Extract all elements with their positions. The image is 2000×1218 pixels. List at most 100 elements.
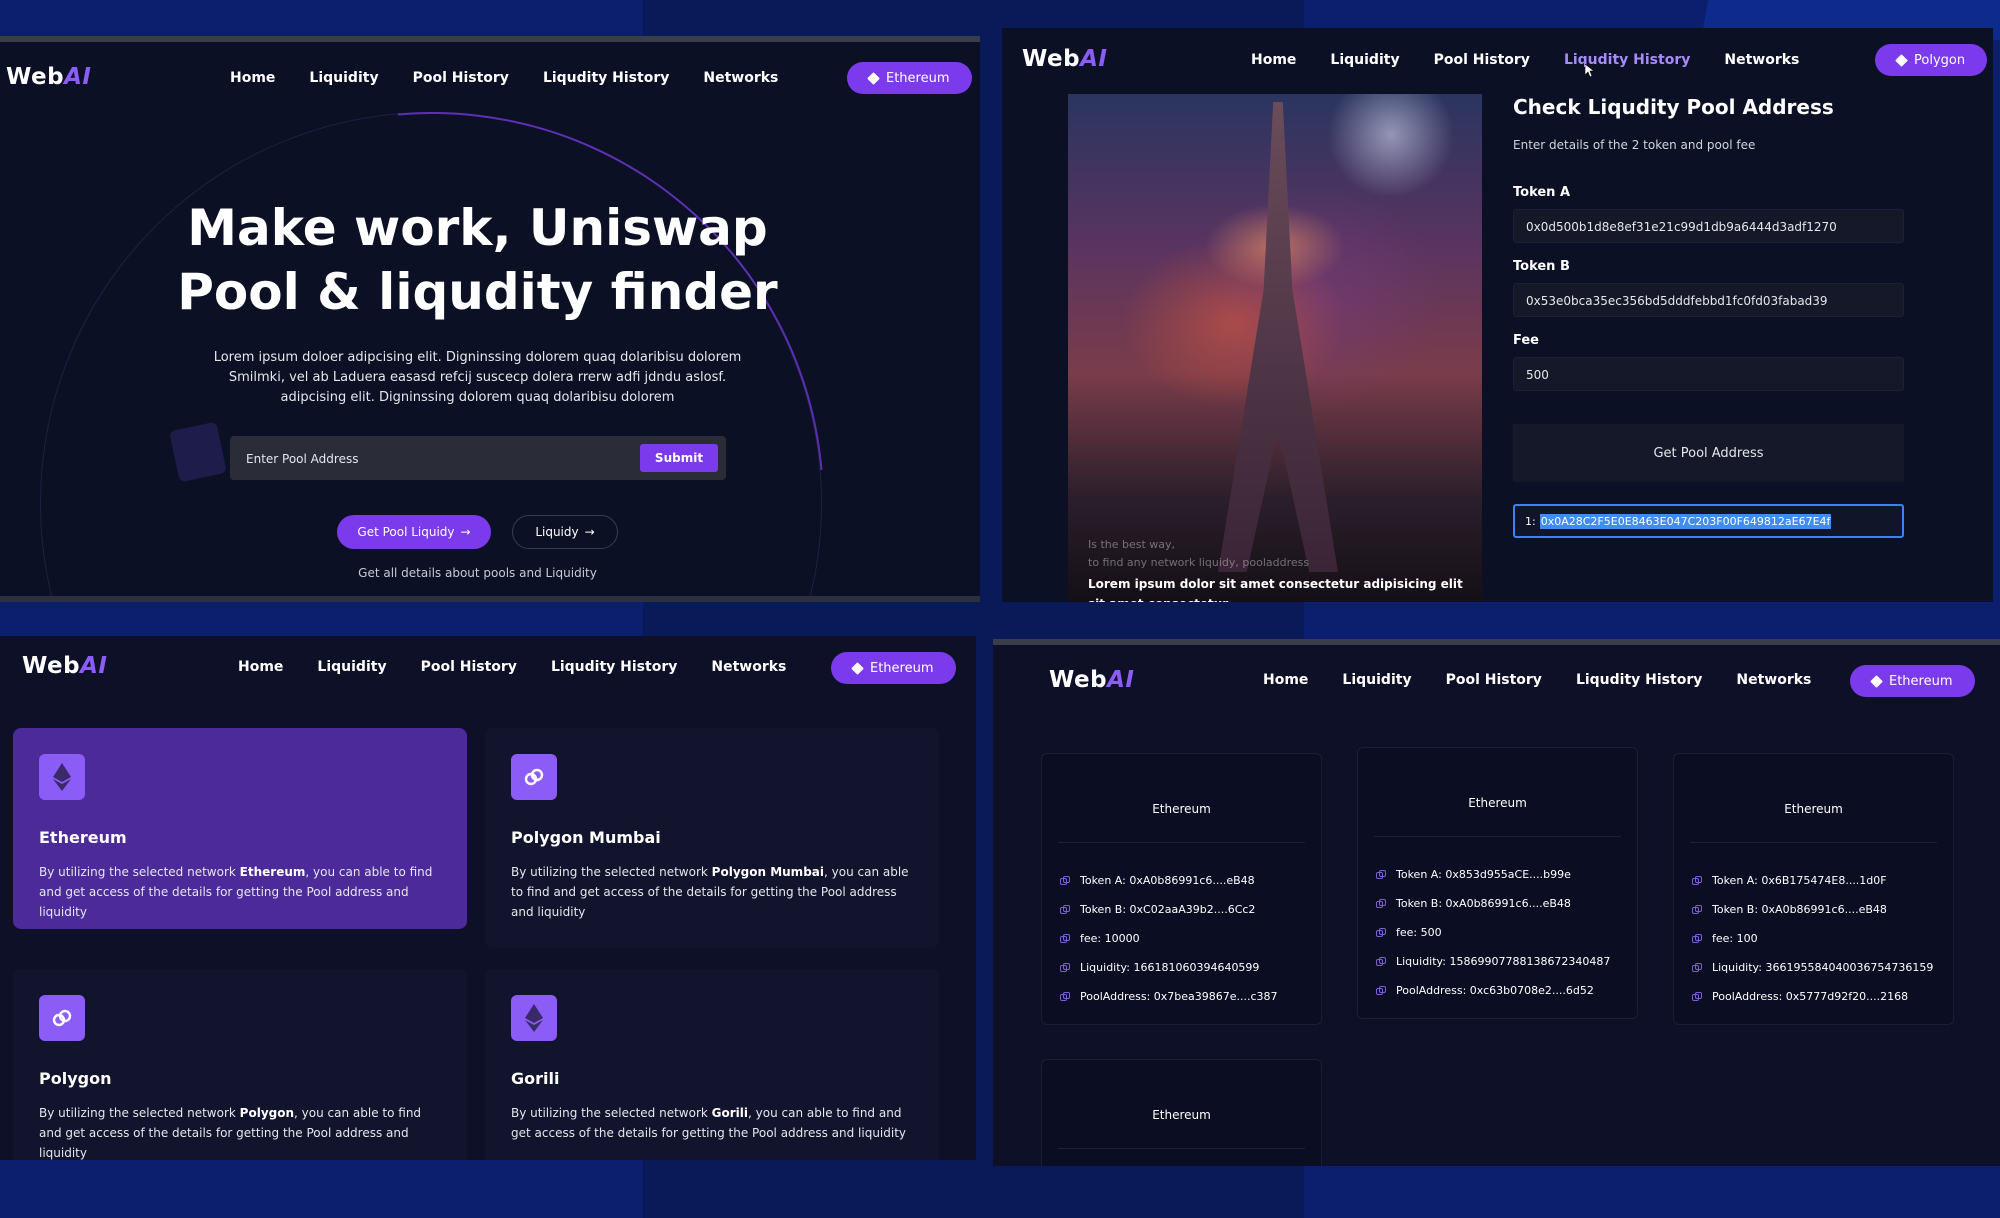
divider — [1058, 1148, 1305, 1149]
pool-liquidity: Liquidity: 166181060394640599 — [1060, 953, 1278, 982]
ethereum-icon — [867, 71, 880, 85]
pool-address-result-field[interactable]: 1: 0x0A28C2F5E0E8463E047C203F00F649812aE… — [1513, 504, 1904, 538]
logo[interactable]: WebAI — [22, 653, 107, 679]
ethereum-icon — [1870, 674, 1883, 688]
logo-accent: AI — [1107, 667, 1135, 693]
pool-token-a: Token A: 0xA0b86991c6....eB48 — [1060, 866, 1278, 895]
pool-card[interactable]: Ethereum — [1041, 1059, 1322, 1166]
link-icon — [1692, 875, 1702, 885]
network-card-title: Gorili — [511, 1069, 560, 1088]
link-icon — [1376, 898, 1386, 908]
network-button-label: Polygon — [1914, 52, 1966, 68]
liquidity-button[interactable]: Liquidy → — [512, 515, 618, 549]
network-button-label: Ethereum — [870, 660, 934, 676]
nav-home[interactable]: Home — [1251, 52, 1296, 68]
logo-text: Web — [1049, 667, 1108, 693]
network-card-title: Polygon — [39, 1069, 112, 1088]
pool-address-result[interactable]: 0x0A28C2F5E0E8463E047C203F00F649812aE67E… — [1539, 513, 1832, 529]
submit-button[interactable]: Submit — [640, 444, 718, 472]
link-icon — [1376, 985, 1386, 995]
nav-liquidity-history[interactable]: Liqudity History — [1564, 52, 1690, 68]
pool-details: Token A: 0x853d955aCE....b99e Token B: 0… — [1376, 860, 1610, 1005]
nav-home[interactable]: Home — [230, 70, 275, 86]
image-faded-text: Is the best way, to find any network liq… — [1088, 536, 1309, 572]
row-text: Liquidity: 166181060394640599 — [1080, 961, 1260, 974]
pool-card-network: Ethereum — [1152, 1108, 1211, 1122]
logo[interactable]: WebAI — [1049, 667, 1134, 693]
nav-liquidity-history[interactable]: Liqudity History — [543, 70, 669, 86]
nav-pool-history[interactable]: Pool History — [1434, 52, 1530, 68]
pool-address-input[interactable] — [244, 448, 608, 470]
nav-networks[interactable]: Networks — [711, 659, 786, 675]
desc-network-name: Gorili — [711, 1106, 749, 1120]
arrow-right-icon: → — [584, 525, 595, 539]
nav-home[interactable]: Home — [238, 659, 283, 675]
token-b-field[interactable]: 0x53e0bca35ec356bd5dddfebbd1fc0fd03fabad… — [1513, 283, 1904, 317]
nav-liquidity[interactable]: Liquidity — [1342, 672, 1411, 688]
network-card-polygon[interactable]: Polygon By utilizing the selected networ… — [13, 969, 467, 1160]
network-card-ethereum[interactable]: Ethereum By utilizing the selected netwo… — [13, 728, 467, 929]
logo-text: Web — [22, 653, 81, 679]
logo[interactable]: WebAI — [6, 64, 91, 90]
desc-prefix: By utilizing the selected network — [511, 865, 708, 879]
nav-networks[interactable]: Networks — [703, 70, 778, 86]
nav-liquidity-history[interactable]: Liqudity History — [551, 659, 677, 675]
image-caption: Lorem ipsum dolor sit amet consectetur a… — [1088, 577, 1463, 602]
nav-pool-history[interactable]: Pool History — [421, 659, 517, 675]
row-text: PoolAddress: 0x5777d92f20....2168 — [1712, 990, 1909, 1003]
divider — [1058, 842, 1305, 843]
link-icon — [1376, 869, 1386, 879]
nav-pool-history[interactable]: Pool History — [1446, 672, 1542, 688]
hero-title-line-2: Pool & liqudity finder — [177, 263, 778, 321]
pool-fee: fee: 500 — [1376, 918, 1610, 947]
pool-card[interactable]: Ethereum Token A: 0x6B175474E8....1d0F T… — [1673, 753, 1954, 1025]
check-pool-screen: Is the best way, to find any network liq… — [1002, 28, 1993, 602]
network-button[interactable]: Ethereum — [1850, 665, 1975, 697]
network-button[interactable]: Ethereum — [831, 652, 956, 684]
link-icon — [1060, 875, 1070, 885]
nav-links: Home Liquidity Pool History Liqudity His… — [1251, 52, 1799, 68]
pool-address: PoolAddress: 0x7bea39867e....c387 — [1060, 982, 1278, 1011]
hero-caption: Get all details about pools and Liquidit… — [358, 566, 597, 580]
scrollbar-track[interactable] — [0, 596, 980, 602]
fee-field[interactable]: 500 — [1513, 357, 1904, 391]
nav-liquidity[interactable]: Liquidity — [317, 659, 386, 675]
nav-home[interactable]: Home — [1263, 672, 1308, 688]
desc-network-name: Polygon Mumbai — [711, 865, 824, 879]
link-icon — [1692, 904, 1702, 914]
logo[interactable]: WebAI — [1022, 46, 1107, 72]
nav-links: Home Liquidity Pool History Liqudity His… — [1263, 672, 1811, 688]
nav-liquidity-history[interactable]: Liqudity History — [1576, 672, 1702, 688]
polygon-icon — [511, 754, 557, 800]
network-card-gorili[interactable]: Gorili By utilizing the selected network… — [485, 969, 939, 1160]
nav-liquidity[interactable]: Liquidity — [1330, 52, 1399, 68]
nav-networks[interactable]: Networks — [1736, 672, 1811, 688]
desc-prefix: By utilizing the selected network — [39, 1106, 236, 1120]
pool-token-a: Token A: 0x853d955aCE....b99e — [1376, 860, 1610, 889]
nav-networks[interactable]: Networks — [1724, 52, 1799, 68]
network-card-polygon-mumbai[interactable]: Polygon Mumbai By utilizing the selected… — [485, 728, 939, 948]
divider — [1690, 842, 1937, 843]
token-a-field[interactable]: 0x0d500b1d8e8ef31e21c99d1db9a6444d3adf12… — [1513, 209, 1904, 243]
row-text: Token B: 0xA0b86991c6....eB48 — [1712, 903, 1887, 916]
ethereum-icon — [511, 995, 557, 1041]
desc-network-name: Polygon — [239, 1106, 295, 1120]
pool-details: Token A: 0x6B175474E8....1d0F Token B: 0… — [1692, 866, 1933, 1011]
network-button[interactable]: Ethereum — [847, 62, 972, 94]
link-icon — [1692, 962, 1702, 972]
nav-liquidity[interactable]: Liquidity — [309, 70, 378, 86]
navbar: WebAI Home Liquidity Pool History Liqudi… — [993, 645, 2000, 715]
pool-liquidity: Liquidity: 1586990778813867234048​7 — [1376, 947, 1610, 976]
pool-card[interactable]: Ethereum Token A: 0x853d955aCE....b99e T… — [1357, 747, 1638, 1019]
get-pool-liquidity-button[interactable]: Get Pool Liquidy → — [337, 515, 491, 549]
networks-screen: WebAI Home Liquidity Pool History Liqudi… — [0, 636, 976, 1160]
get-pool-liquidity-label: Get Pool Liquidy — [357, 525, 455, 539]
network-button-label: Ethereum — [886, 70, 950, 86]
nav-pool-history[interactable]: Pool History — [413, 70, 509, 86]
row-text: Token A: 0x6B175474E8....1d0F — [1712, 874, 1887, 887]
network-button[interactable]: Polygon — [1875, 44, 1988, 76]
get-pool-address-button[interactable]: Get Pool Address — [1513, 424, 1904, 482]
polygon-icon — [1895, 53, 1908, 67]
logo-accent: AI — [1080, 46, 1108, 72]
pool-card[interactable]: Ethereum Token A: 0xA0b86991c6....eB48 T… — [1041, 753, 1322, 1025]
